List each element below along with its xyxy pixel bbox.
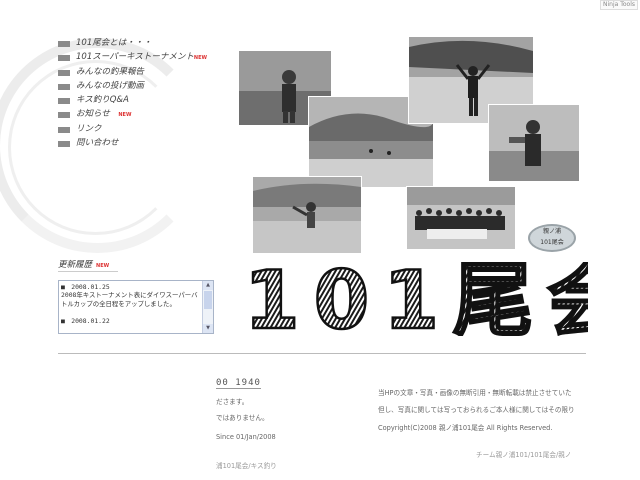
logo-line-2: 101尾会 — [540, 239, 564, 246]
new-badge: NEW — [193, 55, 208, 61]
footer-right-link[interactable]: チーム親ノ浦101/101尾会/親ノ — [476, 451, 571, 460]
logo-line-1: 親ノ浦 — [542, 228, 561, 235]
bullet-icon — [58, 41, 70, 47]
nav-label: キス釣りQ&A — [76, 95, 129, 105]
nav-label: みんなの釣果報告 — [76, 67, 145, 77]
scroll-down-icon[interactable]: ▼ — [203, 324, 213, 333]
history-line: 2008年キストーナメント表にダイワスーパーバトルカップの全日程をアップしました… — [61, 291, 198, 308]
club-logo-badge: 親ノ浦 101尾会 — [528, 224, 576, 252]
scroll-up-icon[interactable]: ▲ — [203, 281, 213, 290]
svg-text:101尾会: 101尾会 — [244, 262, 588, 336]
bullet-icon — [58, 112, 70, 118]
footer-right-line2: 但し、写真に関しては写っておられるご本人様に関してはその限り — [378, 406, 575, 414]
history-text: ■ 2008.01.25 2008年キストーナメント表にダイワスーパーバトルカップ… — [61, 283, 201, 331]
footer-left-line2: ではありません。 — [216, 414, 269, 422]
scroll-thumb[interactable] — [204, 291, 212, 309]
nav-label: 101尾会とは・・・ — [76, 38, 152, 48]
nav-label: みんなの投げ動画 — [76, 81, 145, 91]
nav-label: 101スーパーキストーナメント — [76, 52, 194, 62]
new-badge: NEW — [96, 263, 110, 269]
bullet-icon — [58, 98, 70, 104]
nav-label: 問い合わせ — [76, 138, 119, 148]
update-history-textarea[interactable]: ■ 2008.01.25 2008年キストーナメント表にダイワスーパーバトルカップ… — [58, 280, 214, 334]
history-line: ■ 2008.01.22 — [61, 316, 110, 325]
nav-item-tournament[interactable]: 101スーパーキストーナメントNEW — [58, 52, 208, 64]
nav-label: お知らせ — [76, 109, 110, 119]
nav-item-contact[interactable]: 問い合わせ — [58, 138, 208, 149]
ninja-tools-badge[interactable]: Ninja Tools — [600, 0, 638, 10]
nav-item-videos[interactable]: みんなの投げ動画 — [58, 81, 208, 92]
update-history-heading: 更新履歴 NEW — [58, 258, 118, 272]
photo-group — [406, 186, 516, 250]
photo-angler-with-fish — [488, 104, 580, 182]
nav-item-qa[interactable]: キス釣りQ&A — [58, 95, 208, 106]
access-counter: 00 1940 — [216, 378, 261, 389]
footer-divider — [58, 353, 586, 354]
footer-left-line1: ださます。 — [216, 398, 249, 406]
history-line — [61, 308, 201, 316]
nav-item-about[interactable]: 101尾会とは・・・ — [58, 38, 208, 49]
bullet-icon — [58, 55, 70, 61]
new-badge: NEW — [118, 112, 132, 118]
copyright: Copyright(C)2008 親ノ浦101尾会 All Rights Res… — [378, 424, 553, 432]
bullet-icon — [58, 84, 70, 90]
nav-label: リンク — [76, 124, 102, 134]
footer-right-line1: 当HPの文章・写真・画像の無断引用・無断転載は禁止させていた — [378, 389, 572, 397]
photo-boy-casting — [252, 176, 362, 254]
bullet-icon — [58, 127, 70, 133]
footer-left-link[interactable]: 浦101尾会/キス釣り — [216, 462, 277, 471]
since-date: Since 01/Jan/2008 — [216, 433, 276, 441]
nav-item-news[interactable]: お知らせ NEW — [58, 109, 208, 121]
main-nav: 101尾会とは・・・ 101スーパーキストーナメントNEW みんなの釣果報告 み… — [58, 38, 208, 152]
history-scrollbar[interactable]: ▲ ▼ — [202, 281, 213, 333]
bullet-icon — [58, 70, 70, 76]
bullet-icon — [58, 141, 70, 147]
hero-title-101: 101尾会 — [243, 262, 588, 336]
nav-item-catch-reports[interactable]: みんなの釣果報告 — [58, 67, 208, 78]
history-label-text: 更新履歴 — [58, 260, 93, 270]
nav-item-links[interactable]: リンク — [58, 124, 208, 135]
